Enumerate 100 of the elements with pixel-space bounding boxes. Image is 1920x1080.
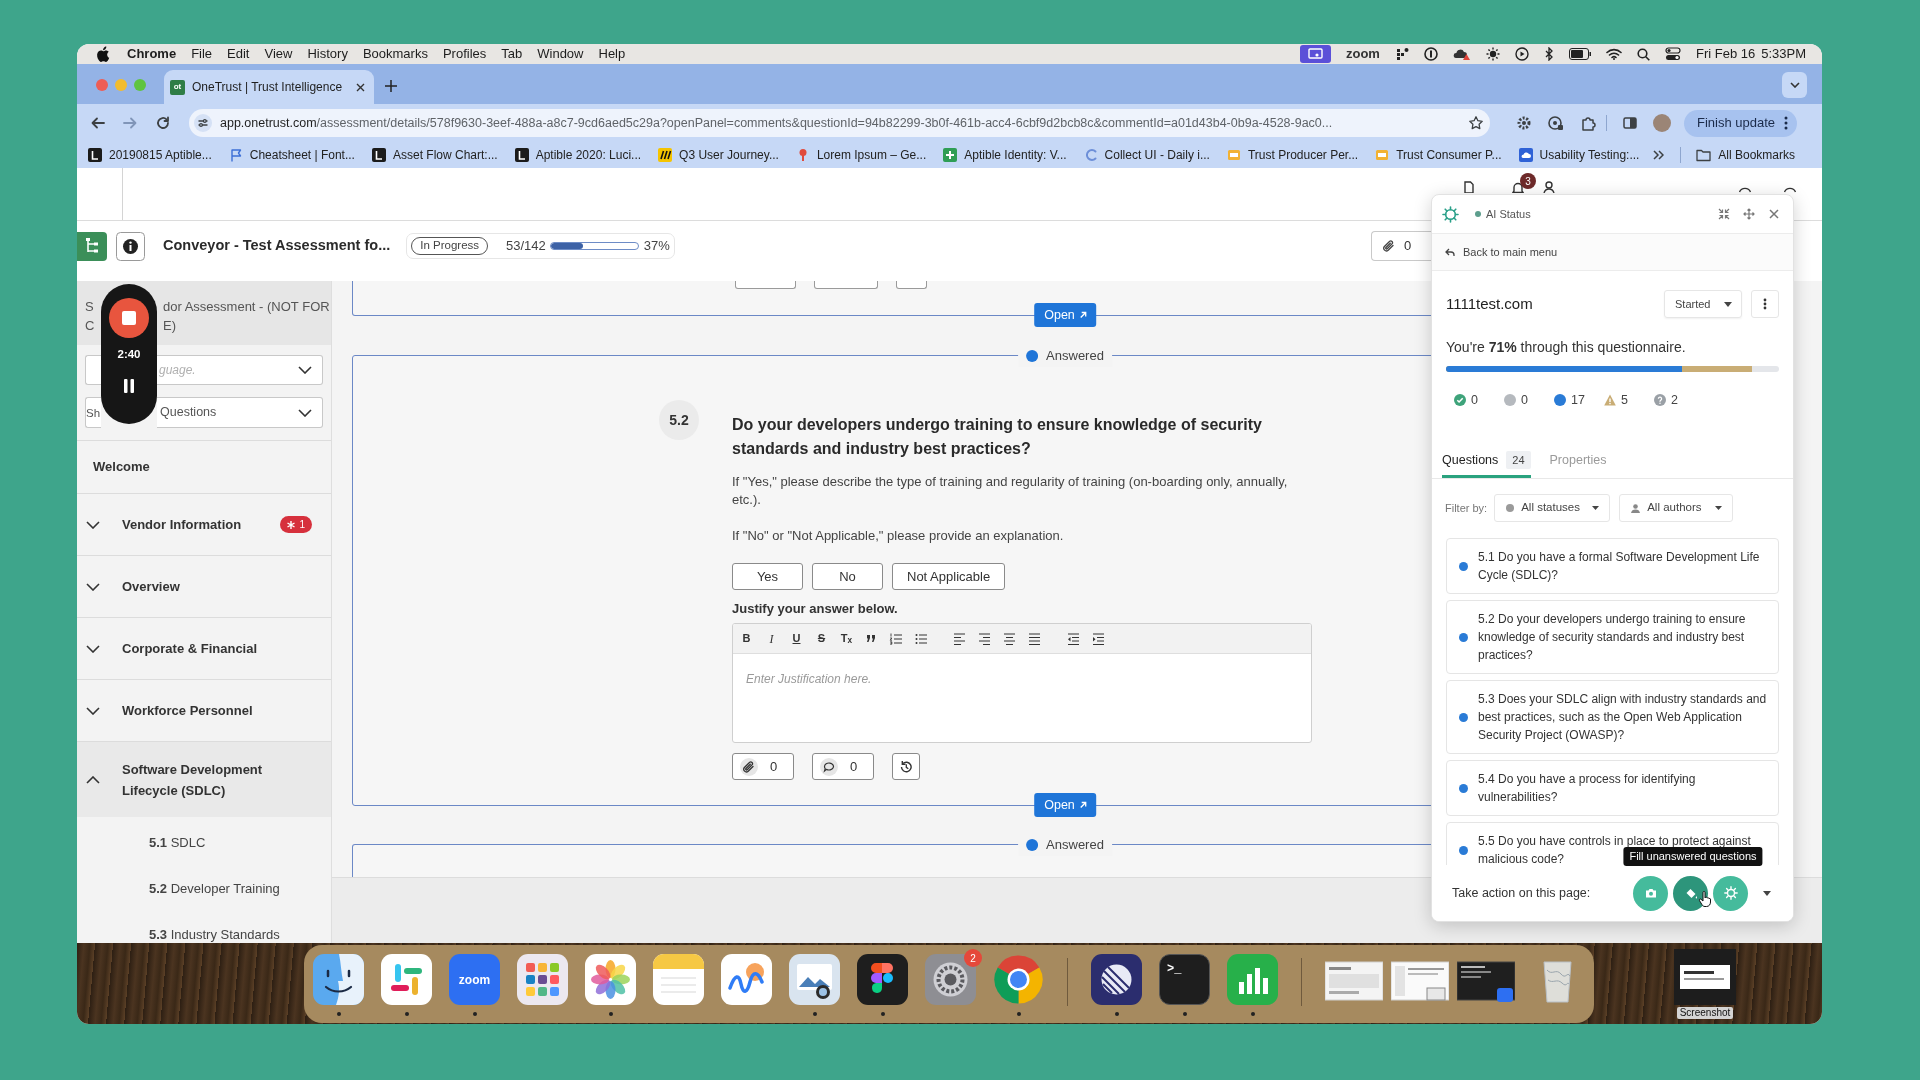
sidebar-section[interactable]: Software Development Lifecycle (SDLC) (77, 742, 331, 817)
answer-option[interactable]: Yes (732, 563, 803, 590)
attachments-button[interactable]: 0 (1371, 231, 1431, 261)
answer-option[interactable]: Not Applicable (892, 563, 1006, 590)
menu-item[interactable]: History (307, 44, 348, 64)
bookmark[interactable]: Trust Consumer P... (1375, 146, 1502, 164)
circle-bar-icon[interactable] (1423, 47, 1438, 61)
format-button[interactable]: T$_{x}$ (834, 628, 859, 649)
sidebar-subitem[interactable]: 5.1 SDLC (77, 820, 331, 866)
button-edge[interactable] (735, 281, 796, 289)
photo-viewer-icon[interactable] (789, 954, 840, 1005)
question-list-item[interactable]: 5.1 Do you have a formal Software Development Life Cycle (SDLC)? (1446, 538, 1779, 594)
shapes-tile-icon[interactable] (857, 954, 908, 1005)
comments-button[interactable]: 0 (812, 753, 874, 780)
open-button[interactable]: Open (1034, 303, 1096, 327)
puzzle-icon[interactable] (1580, 115, 1596, 131)
question-filter-select[interactable]: Questions (157, 397, 323, 428)
browser-tab[interactable]: ot OneTrust | Trust Intelligence (164, 70, 374, 104)
smiling-face-tile-icon[interactable] (313, 954, 364, 1005)
gear-tile-icon[interactable] (925, 954, 976, 1005)
move-icon[interactable] (1743, 208, 1755, 220)
sidebar-item[interactable]: Welcome (77, 441, 331, 494)
action-button[interactable] (1673, 875, 1708, 911)
bookmark[interactable]: Q3 User Journey... (658, 146, 779, 164)
dot-grid-icon[interactable] (1394, 47, 1409, 61)
tree-tile-icon[interactable] (77, 231, 107, 261)
reload-icon[interactable] (155, 115, 171, 131)
pause-icon[interactable] (124, 379, 134, 393)
bookmark[interactable]: Trust Producer Per... (1226, 146, 1359, 164)
bookmark[interactable]: Asset Flow Chart:... (371, 146, 498, 164)
app-menu[interactable]: Chrome (127, 44, 177, 64)
bookmark[interactable]: Usability Testing:... (1518, 146, 1640, 164)
menu-item[interactable]: File (191, 44, 213, 64)
bookmark[interactable]: Aptible Identity: V... (943, 146, 1067, 164)
striped-circle-tile-icon[interactable] (1091, 954, 1142, 1005)
question-list-item[interactable]: 5.4 Do you have a process for identifying vulnerabilities? (1446, 760, 1779, 816)
menu-item[interactable]: Tab (501, 44, 523, 64)
battery-icon[interactable] (1568, 48, 1591, 60)
search-icon[interactable] (1636, 47, 1650, 61)
app-grid-tile-icon[interactable] (517, 954, 568, 1005)
format-button[interactable]: S (809, 628, 834, 649)
address-bar[interactable]: app.onetrust.com/assessment/details/578f9630-3eef-488a-a8c7-9cd6aed5c29a?openPanel=comments&questionId=94b82299-3b0f-461b-acc4-6cbf9d2bcb8c&commentId=a01d43b4-0b9a-4528-9ac0... (189, 109, 1490, 137)
sun-icon[interactable] (1485, 47, 1500, 61)
filter-dropdown[interactable]: All statuses (1494, 494, 1611, 522)
double-chevron-icon[interactable] (1652, 149, 1665, 161)
tab-search-button[interactable] (1782, 72, 1807, 98)
sidebar-subitem[interactable]: 5.3 Industry Standards (77, 912, 331, 943)
back-link[interactable]: Back to main menu (1432, 233, 1793, 271)
sidebar-section[interactable]: Corporate & Financial (77, 618, 331, 680)
dock-app-button[interactable]: >_ (1159, 954, 1210, 1005)
screenshot-thumbnail-icon[interactable] (1674, 949, 1736, 1005)
menu-item[interactable]: Edit (227, 44, 250, 64)
format-button[interactable]: U (784, 628, 809, 649)
bookmark[interactable]: 20190815 Aptible... (88, 146, 212, 164)
answer-option[interactable]: No (812, 563, 883, 590)
target-lock-icon[interactable] (1548, 115, 1564, 131)
update-button[interactable]: Finish update (1684, 109, 1798, 137)
collapse-icon[interactable] (1718, 208, 1730, 220)
wifi-icon[interactable] (1605, 48, 1622, 60)
attachments-button[interactable]: 0 (732, 753, 794, 780)
apple-logo-icon[interactable] (96, 46, 110, 62)
squiggle-tile-icon[interactable] (721, 954, 772, 1005)
panel-tab[interactable]: Questions 24 (1442, 442, 1531, 478)
history-button[interactable] (892, 753, 920, 780)
play-circle-icon[interactable] (1514, 47, 1529, 61)
stage-dropdown[interactable]: Started (1664, 290, 1742, 318)
bar-chart-tile-icon[interactable] (1227, 954, 1278, 1005)
menu-item[interactable]: Window (537, 44, 584, 64)
select-edge[interactable]: Sh (85, 397, 101, 428)
user-icon[interactable] (1543, 181, 1555, 193)
caret-down-icon[interactable] (1763, 890, 1771, 896)
bell-icon[interactable] (1511, 181, 1525, 193)
all-bookmarks-button[interactable]: All Bookmarks (1696, 146, 1795, 164)
cloud-alert-icon[interactable] (1452, 47, 1471, 61)
open-button[interactable]: Open (1034, 793, 1096, 817)
flower-tile-icon[interactable] (585, 954, 636, 1005)
bookmark[interactable]: Cheatsheet | Font... (228, 146, 355, 164)
menu-item[interactable]: Help (598, 44, 626, 64)
menu-item[interactable]: View (264, 44, 293, 64)
close-icon[interactable] (1768, 208, 1780, 220)
sidebar-section[interactable]: Overview (77, 556, 331, 618)
format-button[interactable]: I (759, 628, 784, 649)
bluetooth-icon[interactable] (1543, 47, 1554, 61)
info-icon[interactable] (116, 231, 145, 261)
sidebar-section[interactable]: Vendor Information 1 (77, 494, 331, 556)
question-list-item[interactable]: 5.2 Do your developers undergo training to ensure knowledge of security standards and industry best practices? (1446, 600, 1779, 674)
menu-item[interactable]: Bookmarks (362, 44, 428, 64)
side-panel-icon[interactable] (1622, 115, 1638, 131)
sidebar-subitem[interactable]: 5.2 Developer Training (77, 866, 331, 912)
format-button[interactable]: B (734, 628, 759, 649)
pinwheel-tile-icon[interactable] (381, 954, 432, 1005)
bookmark-star-icon[interactable] (1468, 115, 1484, 131)
filter-dropdown[interactable]: All authors (1619, 494, 1734, 522)
document-icon[interactable] (1462, 181, 1476, 193)
close-icon[interactable] (356, 82, 365, 92)
bookmark[interactable]: Aptible 2020: Luci... (514, 146, 642, 164)
screen-share-icon[interactable] (1300, 45, 1331, 63)
button-edge[interactable] (896, 281, 927, 289)
status-menu-item[interactable]: zoom (1346, 44, 1380, 64)
cog-icon[interactable] (1516, 115, 1532, 131)
